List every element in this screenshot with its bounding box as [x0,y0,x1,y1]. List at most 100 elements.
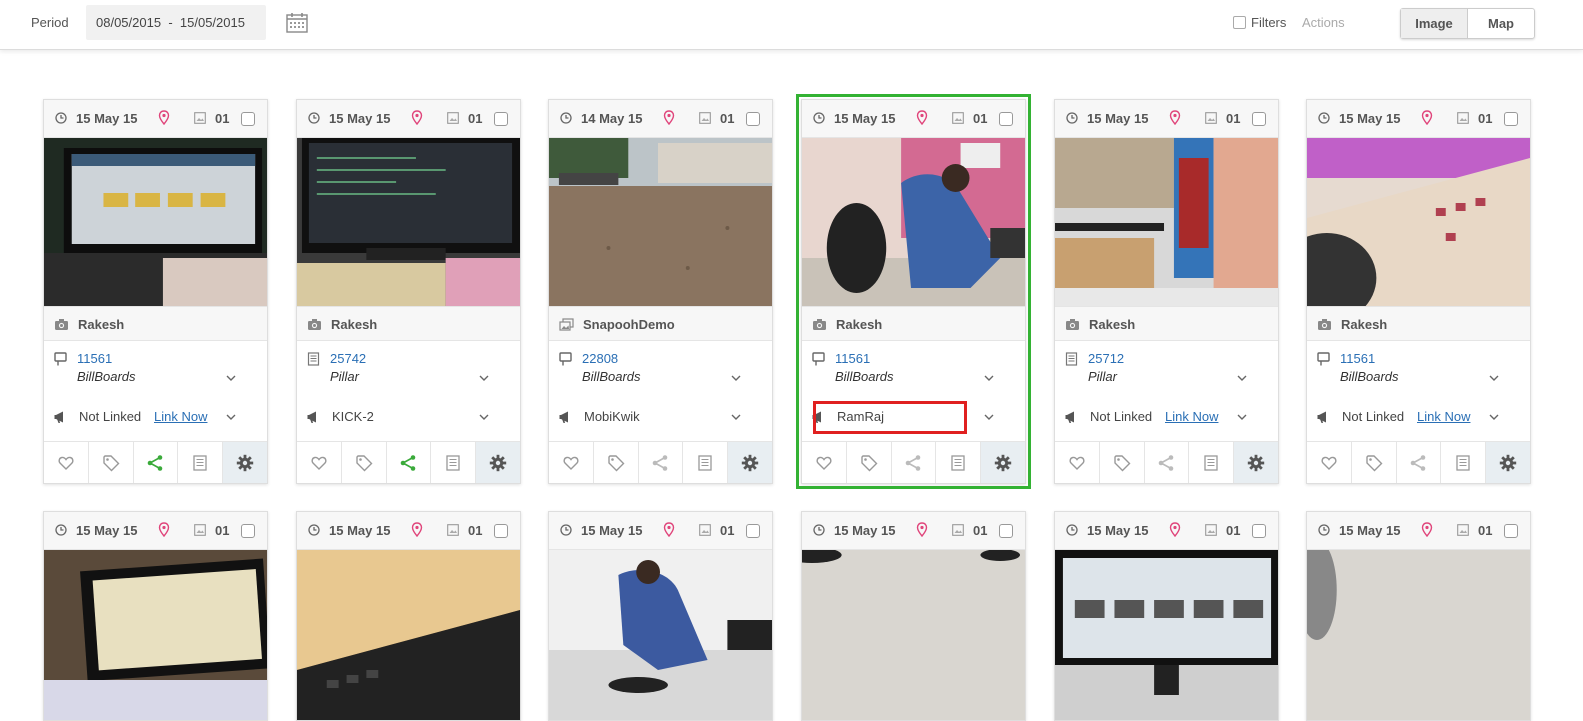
brand-chevron-down-icon[interactable] [731,413,741,421]
link-now-link[interactable]: Link Now [154,409,207,424]
location-pin-icon[interactable] [663,522,675,537]
card-select-checkbox[interactable] [1504,112,1518,126]
card-select-checkbox[interactable] [241,112,255,126]
filters-checkbox[interactable] [1233,16,1246,29]
site-code-link[interactable]: 25742 [330,351,366,366]
share-button[interactable] [1145,442,1190,483]
brand-chevron-down-icon[interactable] [1489,413,1499,421]
notes-button[interactable] [1189,442,1235,483]
share-icon[interactable] [651,454,669,472]
settings-gear-icon[interactable] [1247,454,1265,472]
photo-thumbnail[interactable] [44,550,267,720]
tag-icon[interactable] [860,454,878,472]
photo-thumbnail[interactable] [1307,550,1530,720]
card-select-checkbox[interactable] [241,524,255,538]
location-pin-icon[interactable] [663,110,675,125]
notes-icon[interactable] [696,454,714,472]
photo-card[interactable]: 15 May 15 01 [296,511,521,721]
card-select-checkbox[interactable] [746,112,760,126]
favourite-button[interactable] [549,442,594,483]
card-select-checkbox[interactable] [999,524,1013,538]
settings-button[interactable] [728,442,772,483]
photo-card[interactable]: 15 May 15 01 Rakesh 25712 Pillar Not Lin… [1054,99,1279,484]
site-code-link[interactable]: 25712 [1088,351,1124,366]
card-select-checkbox[interactable] [1252,112,1266,126]
brand-chevron-down-icon[interactable] [226,413,236,421]
photo-card[interactable]: 15 May 15 01 Rakesh 11561 BillBoards Not… [43,99,268,484]
photo-thumbnail[interactable] [549,138,772,306]
photo-card[interactable]: 15 May 15 01 [1054,511,1279,721]
settings-button[interactable] [476,442,520,483]
settings-gear-icon[interactable] [1499,454,1517,472]
tag-icon[interactable] [102,454,120,472]
site-code-link[interactable]: 11561 [1340,351,1375,366]
settings-button[interactable] [1234,442,1278,483]
tag-button[interactable] [1352,442,1397,483]
site-chevron-down-icon[interactable] [1489,374,1499,382]
location-pin-icon[interactable] [411,522,423,537]
tag-button[interactable] [594,442,639,483]
photo-thumbnail[interactable] [297,550,520,720]
card-select-checkbox[interactable] [494,112,508,126]
notes-icon[interactable] [444,454,462,472]
share-button[interactable] [639,442,684,483]
site-code-link[interactable]: 11561 [835,351,870,366]
card-select-checkbox[interactable] [1504,524,1518,538]
photo-thumbnail[interactable] [1055,138,1278,306]
photo-card[interactable]: 15 May 15 01 Rakesh 11561 BillBoards Ram… [796,94,1031,489]
photo-thumbnail[interactable] [297,138,520,306]
photo-thumbnail[interactable] [1055,550,1278,720]
favourite-icon[interactable] [1068,454,1086,472]
photo-thumbnail[interactable] [1307,138,1530,306]
tag-icon[interactable] [355,454,373,472]
share-button[interactable] [892,442,937,483]
link-now-link[interactable]: Link Now [1417,409,1470,424]
location-pin-icon[interactable] [411,110,423,125]
share-icon[interactable] [904,454,922,472]
location-pin-icon[interactable] [1169,522,1181,537]
photo-card[interactable]: 15 May 15 01 [548,511,773,721]
settings-button[interactable] [1486,442,1530,483]
date-range-input[interactable]: 08/05/2015 - 15/05/2015 [86,5,266,40]
share-icon[interactable] [1157,454,1175,472]
photo-card[interactable]: 15 May 15 01 Rakesh 25742 Pillar KICK-2 [296,99,521,484]
calendar-icon[interactable] [286,12,308,33]
photo-card[interactable]: 15 May 15 01 [1306,511,1531,721]
card-select-checkbox[interactable] [1252,524,1266,538]
actions-menu[interactable]: Actions [1302,15,1345,30]
settings-gear-icon[interactable] [994,454,1012,472]
notes-icon[interactable] [949,454,967,472]
card-select-checkbox[interactable] [494,524,508,538]
photo-thumbnail[interactable] [44,138,267,306]
favourite-button[interactable] [802,442,847,483]
location-pin-icon[interactable] [1421,110,1433,125]
tag-button[interactable] [847,442,892,483]
favourite-icon[interactable] [310,454,328,472]
tag-icon[interactable] [607,454,625,472]
photo-card[interactable]: 15 May 15 01 [801,511,1026,721]
settings-gear-icon[interactable] [489,454,507,472]
brand-chevron-down-icon[interactable] [1237,413,1247,421]
site-chevron-down-icon[interactable] [731,374,741,382]
location-pin-icon[interactable] [916,522,928,537]
photo-thumbnail[interactable] [802,138,1025,306]
favourite-button[interactable] [297,442,342,483]
site-chevron-down-icon[interactable] [1237,374,1247,382]
favourite-icon[interactable] [562,454,580,472]
tag-button[interactable] [1100,442,1145,483]
tag-button[interactable] [342,442,387,483]
photo-thumbnail[interactable] [802,550,1025,720]
card-select-checkbox[interactable] [999,112,1013,126]
location-pin-icon[interactable] [158,110,170,125]
card-select-checkbox[interactable] [746,524,760,538]
favourite-icon[interactable] [815,454,833,472]
photo-card[interactable]: 15 May 15 01 [43,511,268,721]
notes-button[interactable] [431,442,477,483]
notes-icon[interactable] [1454,454,1472,472]
notes-icon[interactable] [191,454,209,472]
notes-icon[interactable] [1202,454,1220,472]
tag-icon[interactable] [1365,454,1383,472]
link-now-link[interactable]: Link Now [1165,409,1218,424]
notes-button[interactable] [683,442,729,483]
location-pin-icon[interactable] [158,522,170,537]
